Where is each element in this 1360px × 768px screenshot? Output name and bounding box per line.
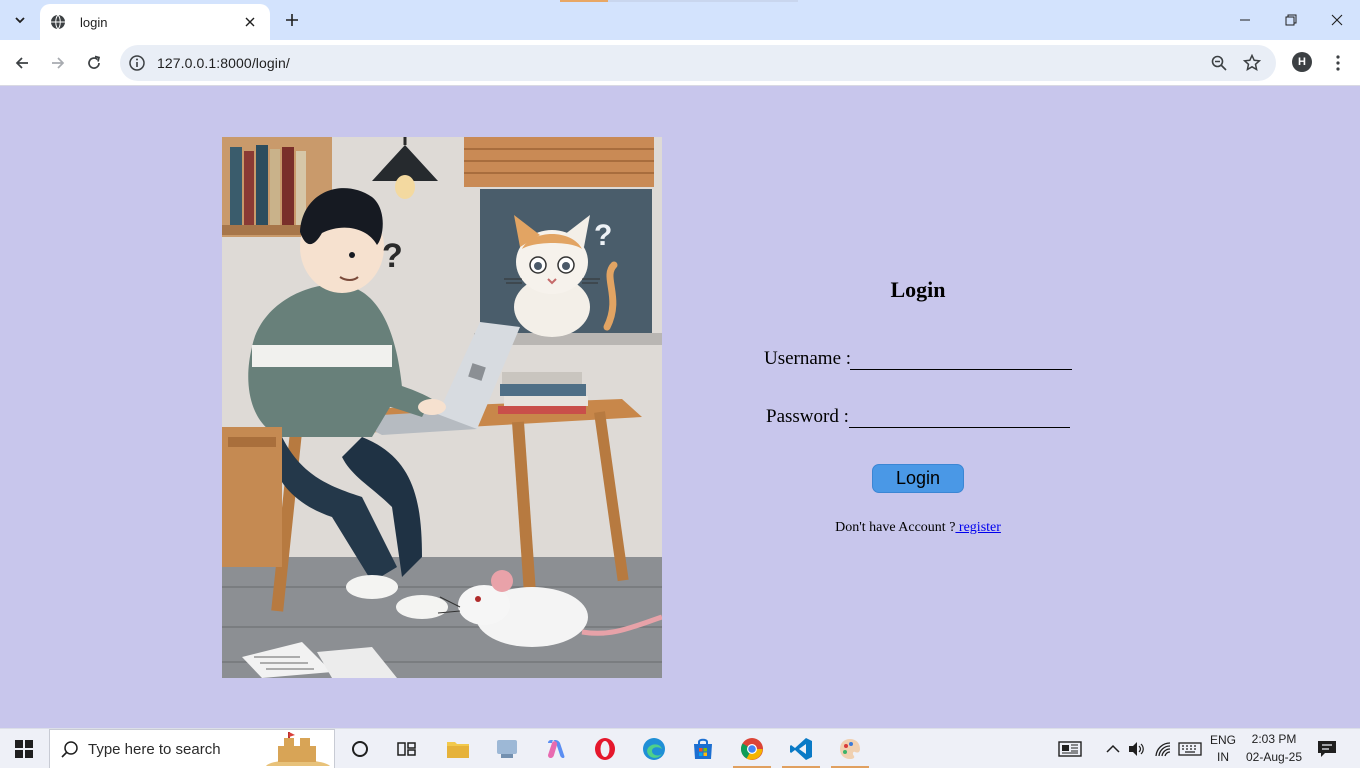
arrow-left-icon <box>15 57 28 69</box>
profile-avatar[interactable]: H <box>1292 52 1312 72</box>
clock[interactable]: 2:03 PM 02-Aug-25 <box>1242 732 1306 764</box>
address-bar[interactable]: 127.0.0.1:8000/login/ <box>120 45 1276 81</box>
language-region: IN <box>1217 750 1229 764</box>
restore-icon <box>1285 14 1297 26</box>
taskbar-file-explorer[interactable] <box>435 729 481 768</box>
svg-text:?: ? <box>594 219 612 252</box>
tab-strip: login <box>0 0 1360 40</box>
browser-toolbar: 127.0.0.1:8000/login/ H <box>0 40 1360 86</box>
page-viewport: ? ? Login Username: Password: Login Do… <box>0 87 1360 728</box>
cortana-button[interactable] <box>337 729 383 768</box>
username-input[interactable] <box>850 346 1072 370</box>
keyboard-icon <box>1178 742 1202 756</box>
plus-icon <box>286 14 298 26</box>
windows-taskbar: Type here to search ENG IN 2:03 PM 02-Au… <box>0 728 1360 768</box>
edge-icon <box>643 738 665 760</box>
wifi-icon <box>1155 742 1171 757</box>
start-button[interactable] <box>0 729 48 768</box>
task-view-icon <box>397 742 416 756</box>
zoom-out-icon <box>1211 55 1227 71</box>
search-icon <box>61 741 78 758</box>
close-icon <box>1331 14 1343 26</box>
site-info-icon[interactable] <box>128 54 146 72</box>
taskbar-edge[interactable] <box>631 729 677 768</box>
password-label: Password : <box>766 406 849 427</box>
arrow-right-icon <box>52 57 65 69</box>
touch-keyboard-button[interactable] <box>1178 739 1202 759</box>
minimize-icon <box>1240 19 1250 21</box>
opera-icon <box>595 738 615 760</box>
taskbar-store[interactable] <box>680 729 726 768</box>
chevron-up-icon <box>1106 744 1120 753</box>
kebab-menu-icon <box>1336 55 1340 71</box>
taskbar-chrome[interactable] <box>729 729 775 768</box>
chevron-down-icon <box>15 17 25 24</box>
restore-button[interactable] <box>1268 0 1314 40</box>
illustration-artwork: ? ? <box>222 137 662 678</box>
login-form: Login Username : Password : Login Don't … <box>740 87 1100 728</box>
minimize-button[interactable] <box>1222 0 1268 40</box>
password-input[interactable] <box>849 404 1070 428</box>
speaker-icon <box>1129 742 1144 756</box>
back-button[interactable] <box>8 49 36 77</box>
reload-button[interactable] <box>80 49 108 77</box>
taskbar-opera[interactable] <box>582 729 628 768</box>
network-button[interactable] <box>1153 739 1173 759</box>
bookmark-button[interactable] <box>1242 53 1262 73</box>
tab-title: login <box>80 14 108 30</box>
url-text[interactable]: 127.0.0.1:8000/login/ <box>157 55 290 71</box>
tab-close-button[interactable] <box>240 12 260 32</box>
paint-icon <box>840 739 860 759</box>
zoom-button[interactable] <box>1209 53 1229 73</box>
file-explorer-icon <box>447 742 469 758</box>
reload-icon <box>88 55 101 69</box>
show-hidden-icons-button[interactable] <box>1103 739 1123 759</box>
language-code: ENG <box>1209 733 1236 747</box>
register-prompt-text: Don't have Account ? <box>835 520 956 535</box>
forward-button[interactable] <box>44 49 72 77</box>
sandcastle-search-highlight-icon <box>266 732 330 766</box>
taskbar-browser-app[interactable] <box>484 729 530 768</box>
drag-region-highlight <box>560 0 608 2</box>
clock-time: 2:03 PM <box>1251 732 1297 746</box>
star-icon <box>1243 54 1261 72</box>
tab-search-button[interactable] <box>6 8 34 32</box>
task-view-button[interactable] <box>384 729 430 768</box>
copilot-icon <box>548 740 565 758</box>
news-widget-button[interactable] <box>1058 739 1082 759</box>
browser-icon <box>497 740 517 758</box>
clock-date: 02-Aug-25 <box>1245 750 1303 764</box>
login-illustration: ? ? <box>222 137 662 678</box>
browser-menu-button[interactable] <box>1328 52 1348 74</box>
chrome-icon <box>741 738 763 760</box>
taskbar-vscode[interactable] <box>778 729 824 768</box>
volume-button[interactable] <box>1127 739 1147 759</box>
taskbar-search-placeholder: Type here to search <box>88 741 221 758</box>
cortana-icon <box>352 741 368 757</box>
login-button[interactable]: Login <box>872 464 964 493</box>
username-label: Username : <box>764 348 852 369</box>
input-language-indicator[interactable]: ENG IN <box>1207 733 1239 764</box>
taskbar-copilot[interactable] <box>533 729 579 768</box>
notification-icon <box>1318 741 1336 757</box>
register-prompt: Don't have Account ? register <box>740 520 1096 536</box>
newspaper-icon <box>1058 741 1082 757</box>
store-icon <box>694 738 712 759</box>
svg-text:?: ? <box>382 237 403 275</box>
drag-region-highlight-2 <box>608 0 798 2</box>
taskbar-paint[interactable] <box>827 729 873 768</box>
new-tab-button[interactable] <box>280 8 304 32</box>
login-title: Login <box>890 277 946 302</box>
register-link[interactable]: register <box>955 520 1001 535</box>
windows-logo-icon <box>15 740 33 758</box>
close-window-button[interactable] <box>1314 0 1360 40</box>
taskbar-search-box[interactable]: Type here to search <box>49 729 335 768</box>
vscode-icon <box>790 738 812 760</box>
browser-tab[interactable]: login <box>40 4 270 40</box>
globe-icon <box>51 14 65 30</box>
action-center-button[interactable] <box>1317 739 1337 759</box>
close-icon <box>245 17 255 27</box>
